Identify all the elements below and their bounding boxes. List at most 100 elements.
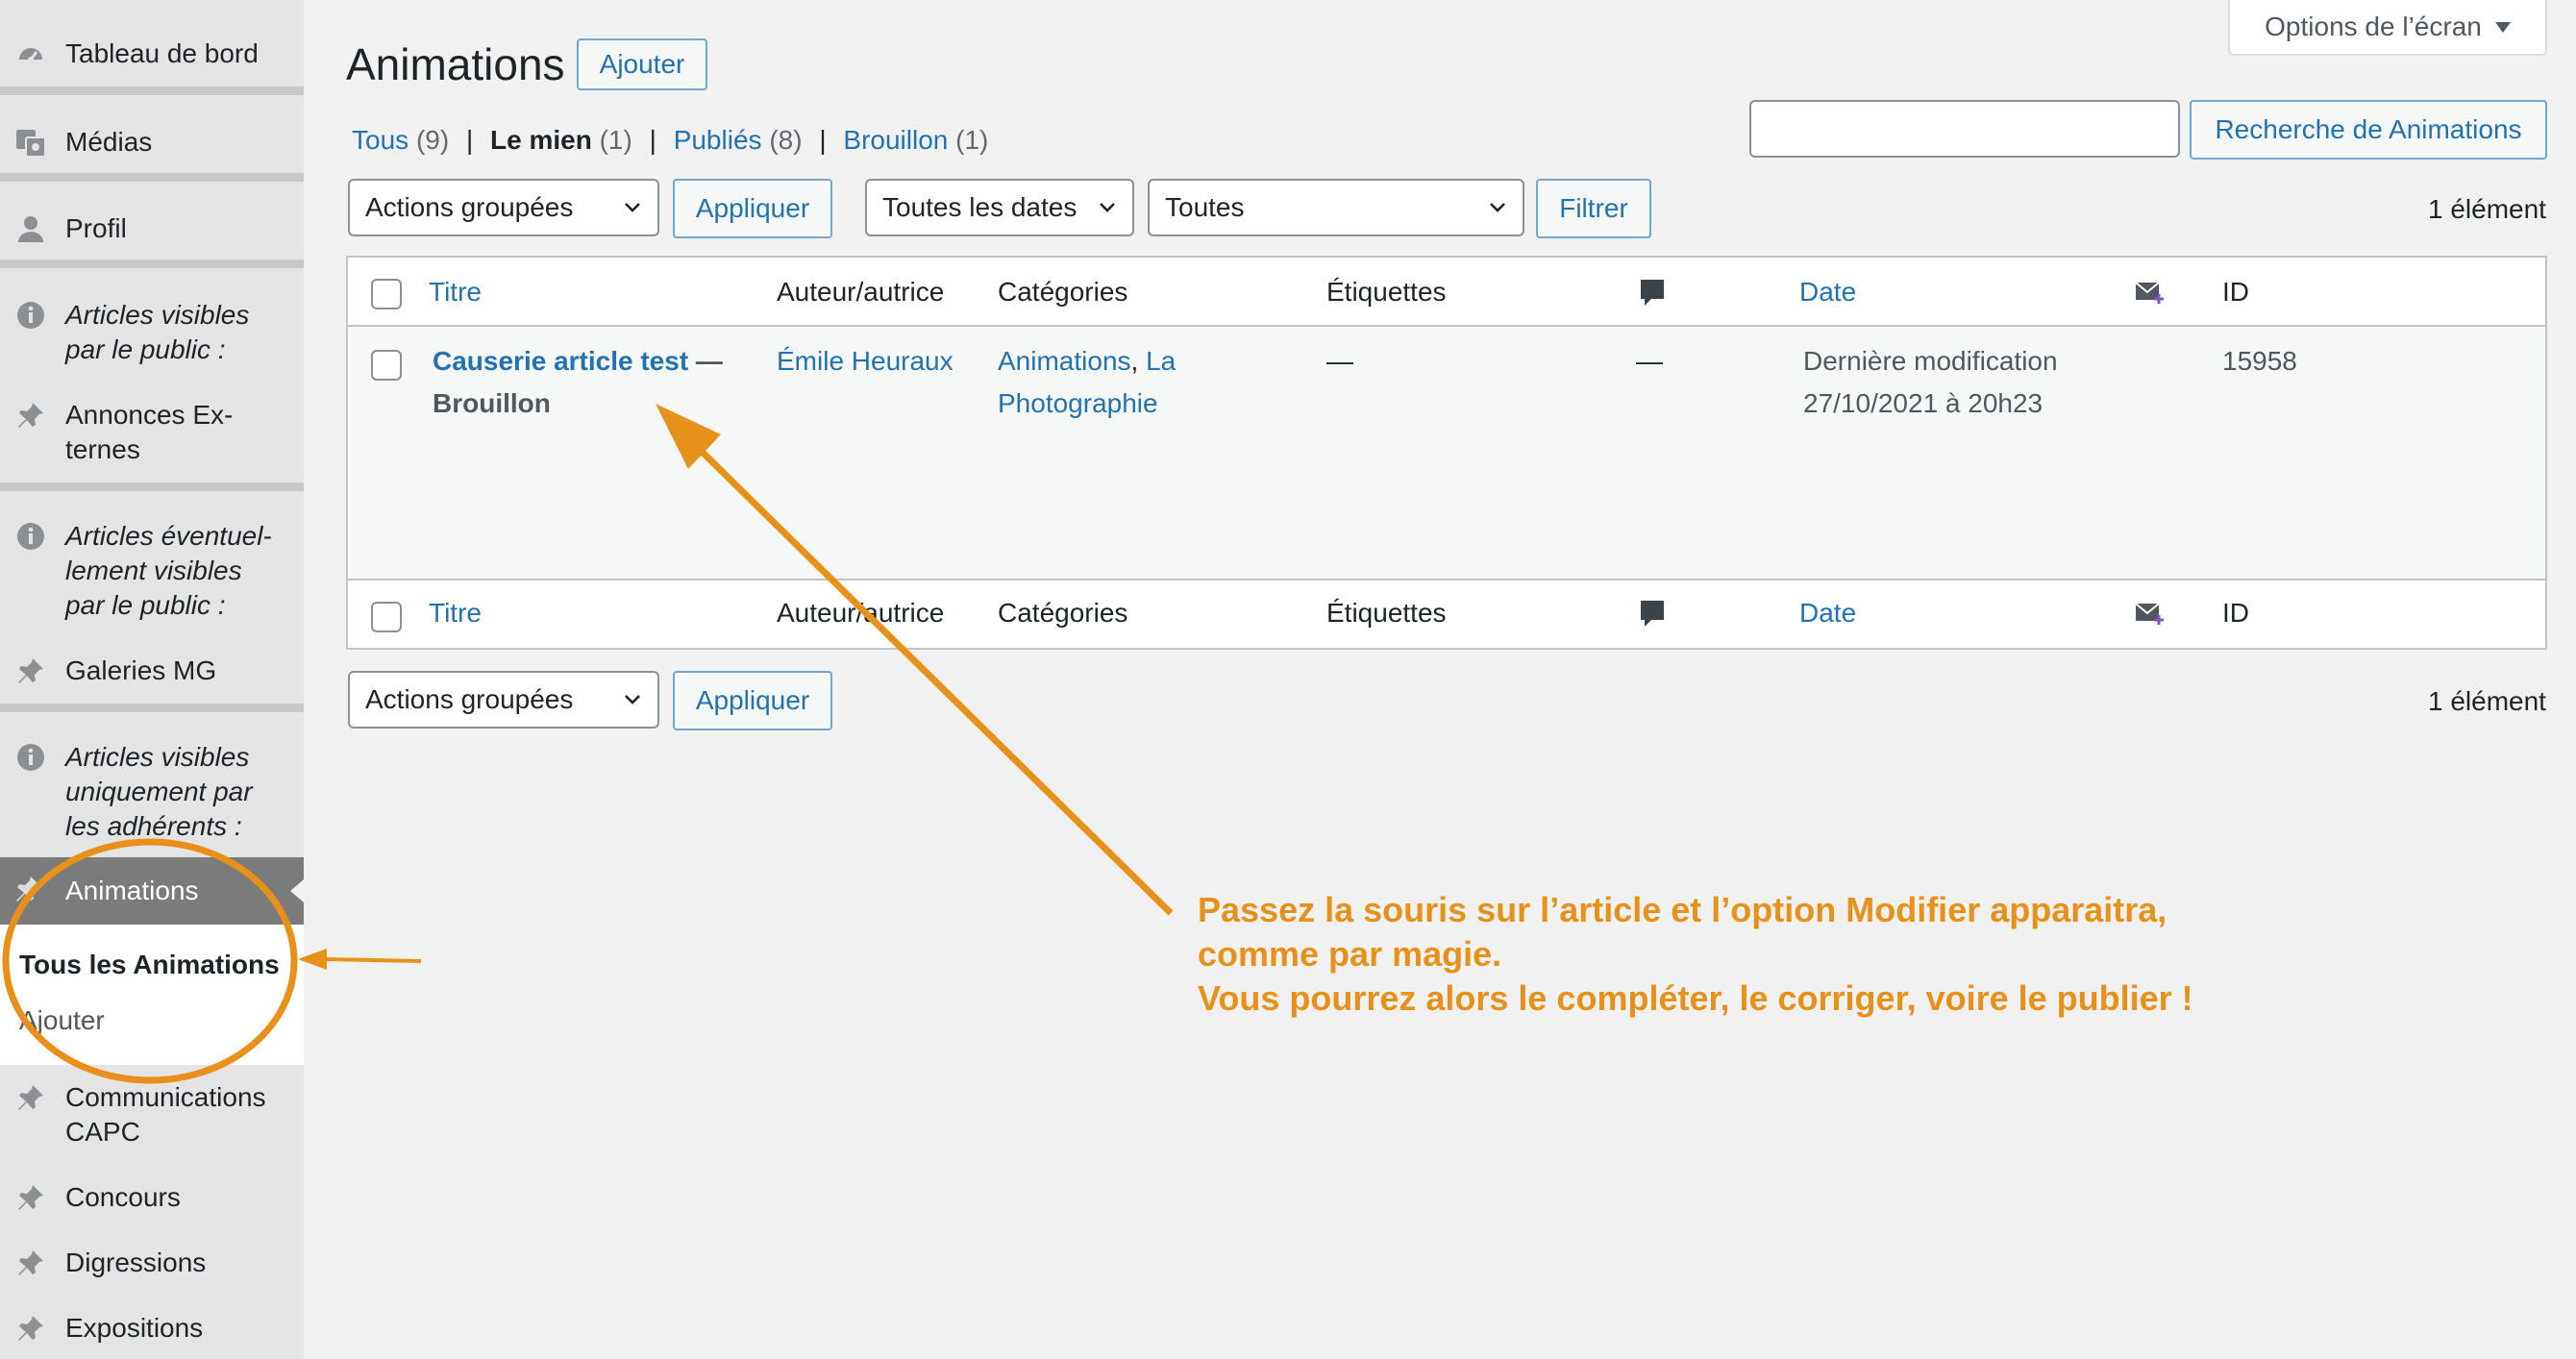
post-date-cell: Dernière modification 27/10/2021 à 20h23 <box>1803 340 2168 425</box>
sidebar-item-label: Galeries MG <box>65 655 217 685</box>
items-count: 1 élément <box>2428 194 2546 224</box>
category-filter-select[interactable]: Toutes <box>1148 179 1524 236</box>
sidebar-item-profile[interactable]: Profil <box>0 211 304 250</box>
post-title-cell: Causerie article test — Brouillon <box>433 340 750 425</box>
post-author-link[interactable]: Émile Heuraux <box>777 340 954 383</box>
table-row: Causerie article test — Brouillon Émile … <box>348 327 2545 581</box>
sidebar-item-animations[interactable]: Animations <box>0 857 304 925</box>
chevron-down-icon <box>1100 203 1115 212</box>
view-all-link[interactable]: Tous <box>352 125 409 155</box>
info-icon <box>13 298 48 333</box>
column-title-sort-bottom[interactable]: Titre <box>429 592 482 634</box>
submenu-all-animations[interactable]: Tous les Animations <box>19 950 280 980</box>
category-link[interactable]: Animations <box>998 346 1131 376</box>
view-published-count: (8) <box>769 125 803 155</box>
column-author-bottom: Auteur/autrice <box>777 598 945 628</box>
column-tags: Étiquettes <box>1326 277 1447 307</box>
mail-plus-icon <box>2134 279 2167 312</box>
row-checkbox[interactable] <box>371 350 402 381</box>
sidebar-item-label: Articles visibles par le public : <box>65 300 250 364</box>
column-id-bottom: ID <box>2222 598 2249 628</box>
dashboard-icon <box>13 37 48 71</box>
info-icon <box>13 519 48 554</box>
column-tags-bottom: Étiquettes <box>1326 598 1447 628</box>
column-date-sort-bottom[interactable]: Date <box>1799 592 1856 634</box>
sidebar-separator <box>0 704 304 712</box>
screen-options-button[interactable]: Options de l’écran <box>2228 0 2547 56</box>
comment-bubble-icon <box>1638 277 1667 314</box>
column-title-sort[interactable]: Titre <box>429 271 482 313</box>
sidebar-item-label: Concours <box>65 1182 181 1212</box>
chevron-down-icon <box>625 203 640 212</box>
info-icon <box>13 740 48 775</box>
bulk-actions-value: Actions groupées <box>365 192 574 222</box>
sidebar-item-dashboard[interactable]: Tableau de bord <box>0 37 304 75</box>
pin-icon <box>13 1180 48 1215</box>
sidebar-item-communications-capc[interactable]: Communications CAPC <box>0 1080 304 1157</box>
sidebar-separator <box>0 482 304 491</box>
bulk-apply-button[interactable]: Appliquer <box>673 179 832 238</box>
post-tags: — <box>1326 346 1353 376</box>
filter-button[interactable]: Filtrer <box>1536 179 1651 238</box>
sidebar-heading-members: Articles visibles uniquement par les adh… <box>0 740 304 855</box>
sidebar-item-annonces-externes[interactable]: Annonces Ex- ternes <box>0 398 304 475</box>
sidebar-item-label: Médias <box>65 127 153 157</box>
posts-table: Titre Auteur/autrice Catégories Étiquett… <box>346 256 2547 650</box>
column-date-sort[interactable]: Date <box>1799 271 1856 313</box>
sidebar-item-galeries-mg[interactable]: Galeries MG <box>0 654 304 692</box>
bulk-apply-button-bottom[interactable]: Appliquer <box>673 671 832 730</box>
sidebar-item-label: Profil <box>65 213 127 243</box>
sidebar-item-label: Articles visibles uniquement par les adh… <box>65 742 253 841</box>
sidebar-heading-maybe-public: Articles éventuel- lement visibles par l… <box>0 519 304 634</box>
post-date-status: Dernière modification <box>1803 346 2058 376</box>
view-published-link[interactable]: Publiés <box>674 125 762 155</box>
chevron-down-icon <box>625 695 640 704</box>
post-comments: — <box>1636 346 1663 376</box>
select-all-checkbox[interactable] <box>371 279 402 309</box>
comment-bubble-icon <box>1638 598 1667 635</box>
items-count-bottom: 1 élément <box>2428 686 2546 716</box>
sidebar-item-label: Communications CAPC <box>65 1082 266 1147</box>
add-new-button[interactable]: Ajouter <box>577 38 707 90</box>
view-filters: Tous (9) | Le mien (1) | Publiés (8) | B… <box>352 125 989 155</box>
search-submit-button[interactable]: Recherche de Animations <box>2190 100 2547 160</box>
bulk-actions-select[interactable]: Actions groupées <box>348 179 659 236</box>
sidebar-item-concours[interactable]: Concours <box>0 1180 304 1219</box>
select-all-checkbox-bottom[interactable] <box>371 602 402 632</box>
sidebar-item-label: Expositions <box>65 1313 204 1343</box>
annotation-small-arrow <box>322 957 422 963</box>
submenu-add-animation[interactable]: Ajouter <box>19 1005 105 1036</box>
sidebar-item-digressions[interactable]: Digressions <box>0 1246 304 1284</box>
table-footer: Titre Auteur/autrice Catégories Étiquett… <box>348 581 2545 648</box>
category-filter-value: Toutes <box>1165 192 1245 222</box>
column-id: ID <box>2222 277 2249 307</box>
sidebar-item-label: Digressions <box>65 1248 207 1277</box>
post-id: 15958 <box>2222 346 2297 376</box>
post-title-link[interactable]: Causerie article test <box>433 346 688 376</box>
sidebar-separator <box>0 86 304 95</box>
sidebar-separator <box>0 173 304 182</box>
bulk-actions-select-bottom[interactable]: Actions groupées <box>348 671 659 729</box>
chevron-down-icon <box>1490 203 1505 212</box>
post-categories-cell: Animations, La Photographie <box>998 346 1177 418</box>
sidebar-item-label: Articles éventuel- lement visibles par l… <box>65 521 272 620</box>
table-header: Titre Auteur/autrice Catégories Étiquett… <box>348 258 2545 327</box>
view-mine-count: (1) <box>599 125 632 155</box>
active-indicator <box>290 879 304 902</box>
pin-icon <box>13 654 48 688</box>
media-icon <box>13 125 48 160</box>
search-input[interactable] <box>1749 100 2180 158</box>
sidebar-item-expositions[interactable]: Expositions <box>0 1311 304 1349</box>
screen-options-label: Options de l’écran <box>2265 12 2482 41</box>
view-draft-link[interactable]: Brouillon <box>843 125 948 155</box>
view-mine-link[interactable]: Le mien <box>490 125 592 155</box>
column-categories: Catégories <box>998 277 1128 307</box>
sidebar-submenu: Tous les Animations Ajouter <box>0 925 304 1065</box>
sidebar-item-label: Annonces Ex- ternes <box>65 400 234 464</box>
sidebar-item-media[interactable]: Médias <box>0 125 304 163</box>
post-date-value: 27/10/2021 à 20h23 <box>1803 388 2043 418</box>
sidebar-item-label: Animations <box>65 876 199 905</box>
date-filter-select[interactable]: Toutes les dates <box>865 179 1134 236</box>
view-all-count: (9) <box>415 125 450 155</box>
view-draft-count: (1) <box>955 125 989 155</box>
